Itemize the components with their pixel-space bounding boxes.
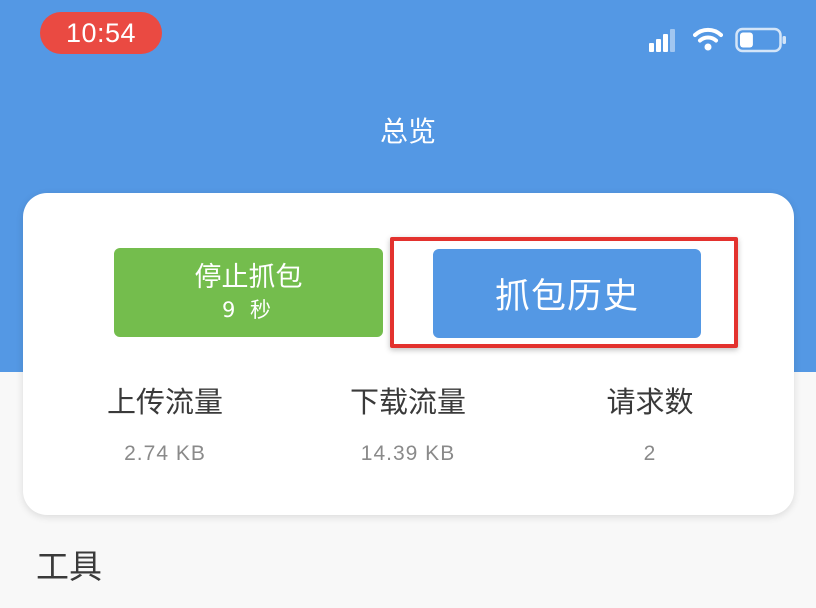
stat-requests-label: 请求数 (606, 385, 694, 419)
stat-download: 下载流量 14.39 KB (308, 380, 508, 466)
capture-history-button[interactable]: 抓包历史 (433, 249, 701, 338)
capture-elapsed-time: 9 秒 (221, 297, 276, 322)
page-title: 总览 (379, 115, 436, 148)
signal-icon (649, 29, 675, 52)
stat-upload-value: 2.74 KB (124, 442, 206, 465)
tools-section-title: 工具 (36, 547, 102, 586)
status-time: 10:54 (40, 12, 162, 54)
stat-download-value: 14.39 KB (360, 442, 456, 465)
status-bar: 10:54 (0, 0, 816, 70)
stop-capture-button[interactable]: 停止抓包 9 秒 (114, 248, 383, 337)
battery-icon (735, 27, 786, 53)
wifi-icon (693, 27, 723, 51)
stop-capture-label: 停止抓包 (194, 261, 303, 293)
stat-upload-label: 上传流量 (106, 385, 223, 419)
stat-requests-value: 2 (643, 442, 657, 465)
stat-upload: 上传流量 2.74 KB (65, 380, 265, 466)
stat-download-label: 下载流量 (349, 385, 466, 419)
stat-requests: 请求数 2 (550, 380, 750, 466)
